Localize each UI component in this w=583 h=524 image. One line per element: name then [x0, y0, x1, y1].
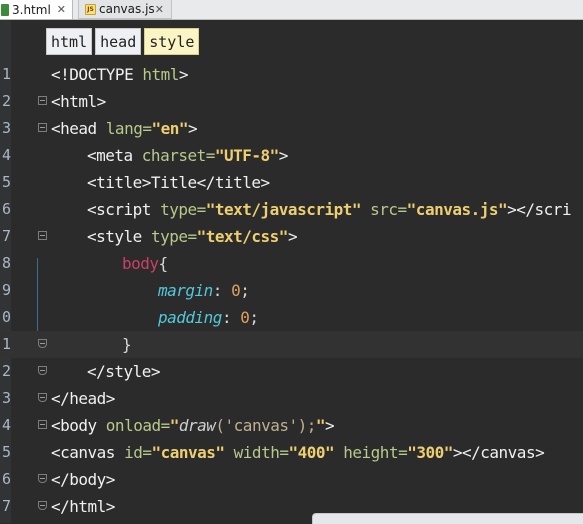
breadcrumb-item-head[interactable]: head — [95, 28, 142, 55]
line-number: 2 — [2, 362, 12, 380]
line-number: 5 — [2, 173, 12, 191]
editor-tab-bar: 3.html ✕ JS canvas.js ✕ — [0, 0, 583, 20]
line-number: 1 — [2, 65, 12, 83]
code-line: 5 <canvas id="canvas" width="400" height… — [0, 439, 583, 466]
fold-end-icon[interactable] — [38, 366, 47, 375]
fold-toggle-icon[interactable] — [38, 420, 47, 429]
tab-label: 3.html — [12, 2, 51, 17]
tab-3-html[interactable]: 3.html ✕ — [0, 0, 73, 19]
fold-toggle-icon[interactable] — [38, 231, 47, 240]
line-number: 1 — [2, 335, 12, 353]
code-text: </style> — [87, 362, 161, 381]
code-line: 4 <body onload="draw('canvas');"> — [0, 412, 583, 439]
code-line: 2 <html> — [0, 88, 583, 115]
code-text: body{ — [122, 254, 168, 273]
tab-label: canvas.js — [99, 2, 155, 16]
code-line: 9 margin: 0; — [0, 277, 583, 304]
code-text: <canvas id="canvas" width="400" height="… — [51, 443, 545, 462]
fold-end-icon[interactable] — [38, 339, 47, 348]
code-text: margin: 0; — [158, 281, 250, 300]
fold-toggle-icon[interactable] — [38, 96, 47, 105]
line-number: 7 — [2, 227, 12, 245]
code-text: </body> — [51, 470, 115, 489]
line-number: 3 — [2, 389, 12, 407]
code-text: <meta charset="UTF-8"> — [87, 146, 288, 165]
line-number: 4 — [2, 416, 12, 434]
horizontal-scrollbar[interactable] — [312, 513, 583, 524]
line-number: 6 — [2, 470, 12, 488]
code-text: } — [122, 335, 132, 354]
code-line: 6 <script type="text/javascript" src="ca… — [0, 196, 583, 223]
code-line: 8 body{ — [0, 250, 583, 277]
fold-end-icon[interactable] — [38, 501, 47, 510]
close-icon[interactable]: ✕ — [57, 3, 66, 16]
code-text: </head> — [51, 389, 115, 408]
line-number: 5 — [2, 443, 12, 461]
line-number: 6 — [2, 200, 12, 218]
html-file-icon — [1, 3, 9, 16]
code-line: 7 <style type="text/css"> — [0, 223, 583, 250]
line-number: 7 — [2, 497, 12, 515]
code-text: <html> — [51, 92, 106, 111]
code-text: <body onload="draw('canvas');"> — [51, 416, 335, 435]
code-line: 1 <!DOCTYPE html> — [0, 61, 583, 88]
breadcrumb-item-style[interactable]: style — [144, 28, 200, 55]
line-number: 9 — [2, 281, 12, 299]
current-code-line: 1 } — [0, 331, 583, 358]
line-number: 3 — [2, 119, 12, 137]
fold-end-icon[interactable] — [38, 474, 47, 483]
code-text: <head lang="en"> — [51, 119, 198, 138]
tab-canvas-js[interactable]: JS canvas.js ✕ — [78, 0, 172, 19]
code-line: 3 <head lang="en"> — [0, 115, 583, 142]
code-editor[interactable]: html head style 1 <!DOCTYPE html> 2 <htm… — [0, 20, 583, 523]
code-line: 3 </head> — [0, 385, 583, 412]
close-icon[interactable]: ✕ — [155, 3, 164, 16]
code-text: <title>Title</title> — [87, 173, 270, 192]
breadcrumb-item-html[interactable]: html — [46, 28, 93, 55]
code-text: <style type="text/css"> — [87, 227, 298, 246]
code-line: 5 <title>Title</title> — [0, 169, 583, 196]
line-number: 8 — [2, 254, 12, 272]
code-line: 4 <meta charset="UTF-8"> — [0, 142, 583, 169]
code-text: <script type="text/javascript" src="canv… — [87, 200, 572, 219]
fold-end-icon[interactable] — [38, 393, 47, 402]
code-line: 0 padding: 0; — [0, 304, 583, 331]
line-number: 0 — [2, 308, 12, 326]
breadcrumb: html head style — [46, 28, 200, 56]
code-text: </html> — [51, 497, 115, 516]
fold-toggle-icon[interactable] — [38, 123, 47, 132]
code-line: 6 </body> — [0, 466, 583, 493]
code-line: 2 </style> — [0, 358, 583, 385]
js-file-icon: JS — [85, 3, 96, 15]
line-number: 4 — [2, 146, 12, 164]
code-text: <!DOCTYPE html> — [51, 65, 189, 84]
code-text: padding: 0; — [158, 308, 259, 327]
line-number: 2 — [2, 92, 12, 110]
